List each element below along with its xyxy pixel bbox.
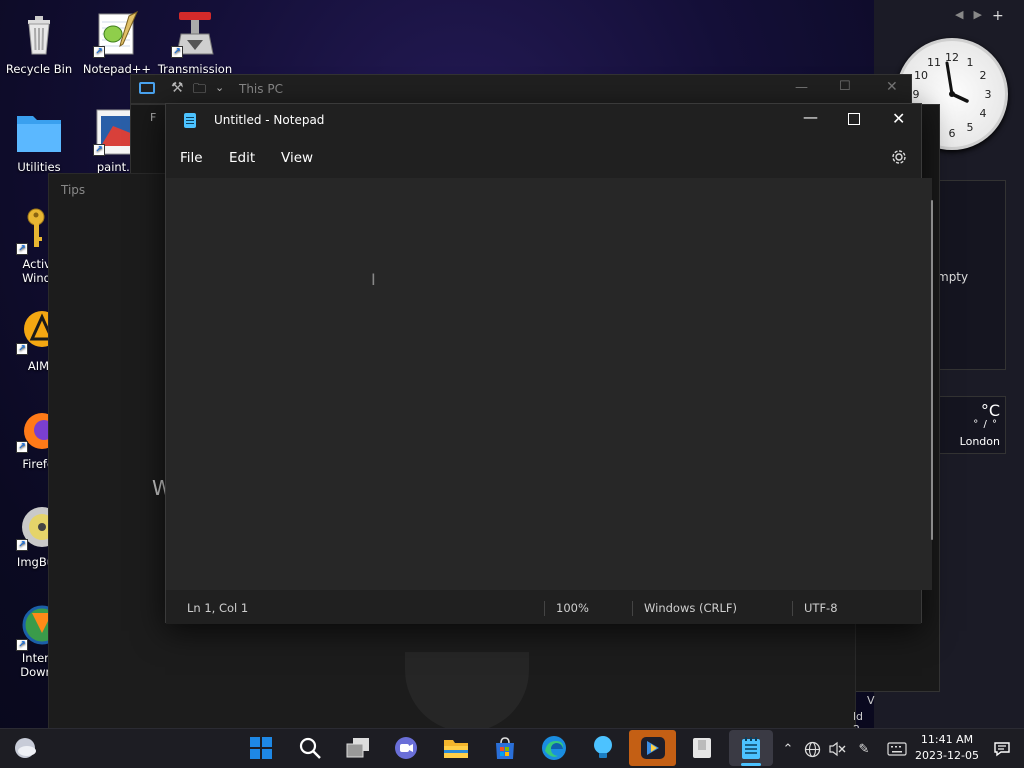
status-line-ending: Windows (CRLF)	[644, 601, 738, 615]
desktop-icon-notepadpp[interactable]: ↗ Notepad++	[78, 10, 156, 76]
weather-taskbar-icon[interactable]	[12, 736, 38, 760]
status-bar: Ln 1, Col 1 100% Windows (CRLF) UTF-8	[166, 593, 921, 624]
microsoft-store-icon[interactable]	[487, 732, 523, 764]
notification-icon[interactable]	[992, 740, 1012, 758]
text-cursor-icon: I	[371, 270, 376, 289]
taskbar-date: 2023-12-05	[915, 749, 979, 762]
close-icon[interactable]: ✕	[886, 79, 898, 95]
taskbar-time: 11:41 AM	[920, 733, 974, 746]
clock-number: 2	[980, 69, 987, 82]
file-explorer-titlebar[interactable]: ⚒ 🗀 ⌄ This PC — ☐ ✕	[130, 74, 912, 104]
network-globe-icon[interactable]	[803, 740, 821, 758]
status-encoding: UTF-8	[804, 601, 838, 615]
desktop-icon-recycle-bin[interactable]: Recycle Bin	[0, 10, 78, 76]
next-arrow-icon[interactable]: ▶	[973, 8, 981, 24]
gadget-nav: ◀ ▶ +	[955, 8, 1020, 24]
clock-number: 9	[913, 88, 920, 101]
status-zoom: 100%	[556, 601, 589, 615]
folder-icon	[15, 108, 63, 156]
status-position: Ln 1, Col 1	[187, 601, 249, 615]
menu-bar: File Edit View	[166, 144, 921, 174]
recycle-bin-icon	[15, 10, 63, 58]
notepad-titlebar[interactable]: Untitled - Notepad — ✕	[166, 104, 921, 138]
key-icon: ↗	[6, 207, 54, 255]
volume-muted-icon[interactable]	[828, 740, 846, 758]
notepad-taskbar-icon[interactable]	[729, 730, 773, 766]
weather-unit: °C	[980, 401, 1000, 420]
aimp-icon: ↗	[6, 307, 60, 355]
clock-number: 1	[967, 56, 974, 69]
menu-file[interactable]: File	[180, 150, 203, 166]
explorer-title: This PC	[239, 82, 283, 96]
desktop-icon-transmission[interactable]: ↗ Transmission	[156, 10, 234, 76]
weather-temp: ° / °	[973, 419, 998, 430]
editor-content	[166, 178, 932, 194]
minimize-icon[interactable]: —	[795, 80, 808, 95]
minimize-icon[interactable]: —	[803, 108, 818, 126]
transmission-icon: ↗	[171, 10, 219, 58]
chevron-down-icon[interactable]: ⌄	[215, 81, 224, 94]
recycle-bin-widget[interactable]: mpty	[937, 180, 1006, 370]
notepad-app-icon	[184, 113, 196, 128]
firefox-icon: ↗	[6, 405, 60, 453]
menu-edit[interactable]: Edit	[229, 150, 255, 166]
tips-partial-v: V	[867, 694, 875, 707]
clock-number: 5	[967, 121, 974, 134]
weather-city: London	[959, 435, 1000, 448]
clock-number: 3	[985, 88, 992, 101]
this-pc-icon	[139, 82, 155, 94]
settings-gear-icon[interactable]	[891, 149, 907, 165]
tips-illustration	[405, 652, 529, 732]
task-view-icon[interactable]	[340, 732, 376, 764]
tips-title: Tips	[61, 183, 86, 197]
close-icon[interactable]: ✕	[892, 109, 905, 128]
keyboard-icon[interactable]	[886, 740, 908, 758]
tips-app-icon[interactable]	[585, 732, 621, 764]
properties-icon[interactable]: ⚒	[171, 80, 184, 96]
maximize-icon[interactable]	[848, 113, 860, 125]
minute-hand	[945, 61, 954, 96]
add-gadget-icon[interactable]: +	[992, 8, 1004, 24]
idm-icon: ↗	[6, 603, 62, 651]
clock-area[interactable]: 11:41 AM 2023-12-05	[914, 732, 980, 766]
maximize-icon[interactable]: ☐	[839, 79, 851, 94]
weather-widget[interactable]: °C ° / ° London	[938, 396, 1006, 454]
chevron-up-icon[interactable]: ⌃	[779, 740, 797, 758]
start-icon[interactable]	[243, 732, 279, 764]
notepad-window[interactable]: Untitled - Notepad — ✕ File Edit View I …	[165, 103, 933, 624]
active-indicator	[741, 763, 761, 766]
explorer-partial-text: F	[150, 111, 157, 124]
new-folder-icon[interactable]: 🗀	[193, 80, 206, 102]
menu-view[interactable]: View	[281, 150, 313, 166]
text-editor[interactable]: I	[166, 178, 933, 590]
pen-icon[interactable]: ✎	[855, 740, 873, 758]
edge-icon[interactable]	[536, 732, 572, 764]
desktop-icon-label: Utilities	[17, 160, 61, 174]
desktop-icon-label: Recycle Bin	[5, 62, 73, 76]
file-explorer-icon[interactable]	[438, 732, 474, 764]
prev-arrow-icon[interactable]: ◀	[955, 8, 963, 24]
vertical-scrollbar[interactable]	[931, 200, 933, 540]
clock-number: 6	[949, 127, 956, 140]
notepadpp-icon: ↗	[93, 10, 141, 58]
teams-chat-icon[interactable]	[388, 732, 424, 764]
window-title: Untitled - Notepad	[214, 113, 325, 127]
desktop-icon-utilities[interactable]: Utilities	[0, 108, 78, 174]
recycle-status-text: mpty	[937, 270, 969, 284]
potplayer-icon[interactable]	[629, 730, 676, 766]
clock-number: 11	[927, 56, 941, 69]
search-icon[interactable]	[292, 732, 328, 764]
clock-number: 10	[914, 69, 928, 82]
clock-number: 4	[980, 107, 987, 120]
app-window-icon[interactable]	[684, 732, 720, 764]
disc-icon: ↗	[6, 503, 62, 551]
